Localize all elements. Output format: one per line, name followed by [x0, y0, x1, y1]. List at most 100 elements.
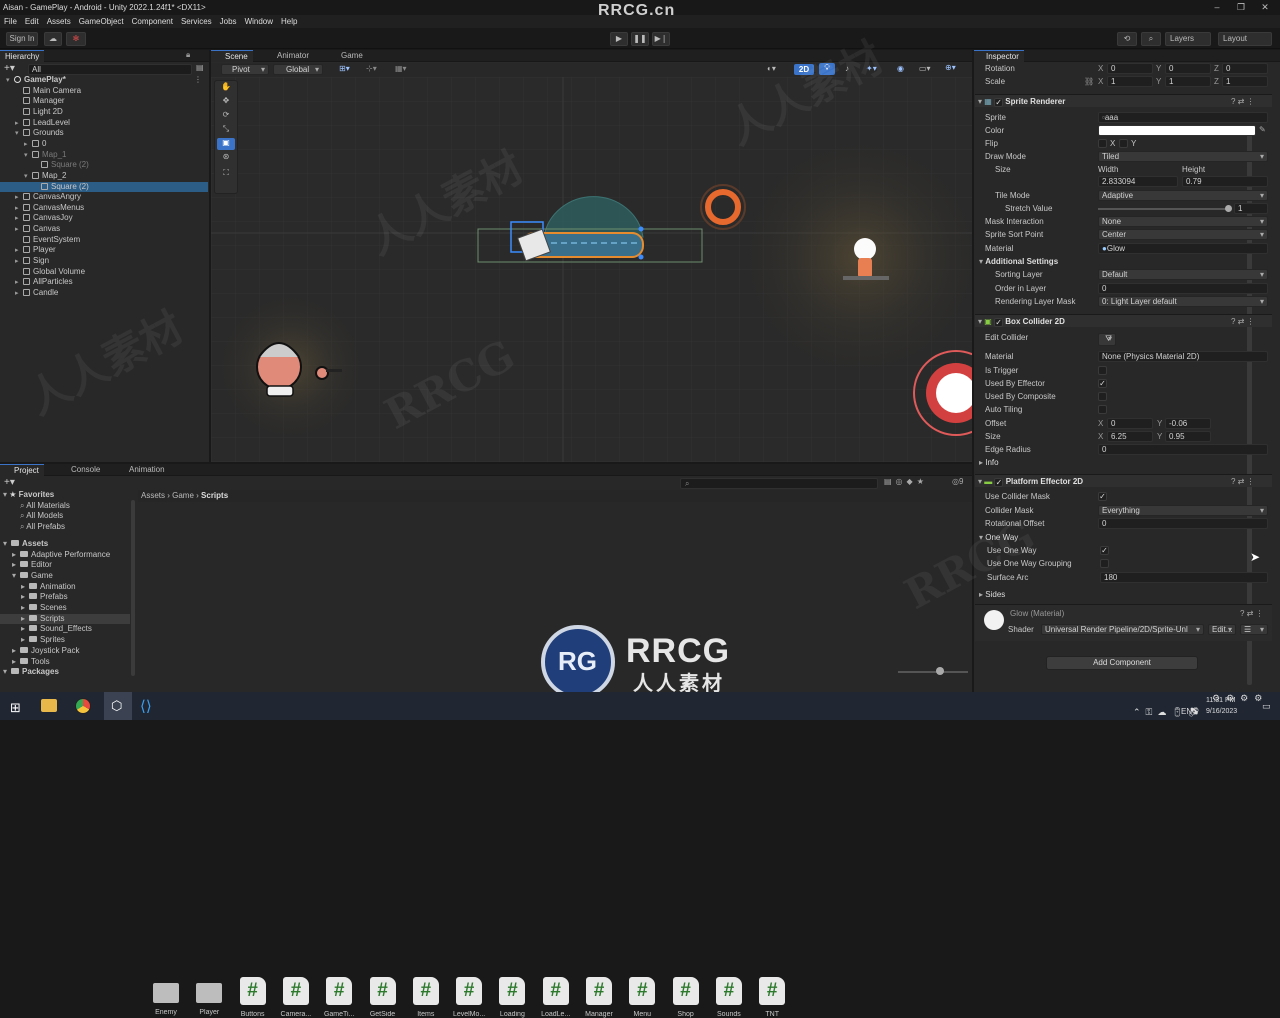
project-folder-item[interactable]: ▸ Scripts: [0, 613, 130, 625]
hierarchy-item[interactable]: ▸ CanvasJoy: [0, 213, 208, 224]
sprite-renderer-header[interactable]: ▾ ▦ ✓ Sprite Renderer ? ⇄ ⋮: [975, 94, 1272, 107]
project-folder-item[interactable]: ▸ Sprites: [0, 635, 130, 646]
hierarchy-item[interactable]: ▸ LeadLevel: [0, 118, 208, 129]
add-component-button[interactable]: Add Component: [1046, 656, 1198, 670]
favorite-item[interactable]: ⌕ All Prefabs: [20, 522, 65, 533]
size-x-field[interactable]: 6.25: [1107, 431, 1153, 442]
notification-icon[interactable]: ▭: [1262, 701, 1271, 712]
menu-component[interactable]: Component: [128, 15, 177, 28]
rect-tool-icon[interactable]: ▣: [217, 138, 235, 150]
asset-item[interactable]: # LoadLe...: [536, 977, 576, 1018]
sort-point-dropdown[interactable]: Center: [1098, 229, 1268, 240]
asset-item[interactable]: # Loading: [492, 977, 532, 1018]
visibility-icon[interactable]: ◉: [897, 64, 904, 73]
material-field[interactable]: ●Glow: [1098, 243, 1268, 254]
asset-item[interactable]: # LevelMo...: [449, 977, 489, 1018]
asset-item[interactable]: # GameTi...: [319, 977, 359, 1018]
menu-edit[interactable]: Edit: [21, 15, 43, 28]
tab-inspector[interactable]: Inspector: [974, 50, 1024, 62]
pause-button[interactable]: ❚❚: [631, 32, 649, 46]
asset-item[interactable]: Enemy: [146, 977, 186, 1016]
favorite-item[interactable]: ⌕ All Models: [20, 511, 63, 522]
menu-window[interactable]: Window: [241, 15, 277, 28]
sprite-field[interactable]: ▫aaa: [1098, 112, 1268, 123]
asset-item[interactable]: # Camera...: [276, 977, 316, 1018]
component-menu-icons[interactable]: ? ⇄ ⋮: [1231, 475, 1255, 488]
edit-collider-button[interactable]: ⛛: [1098, 333, 1116, 346]
hierarchy-item[interactable]: Square (2): [0, 181, 208, 193]
hierarchy-item[interactable]: ▾ Grounds: [0, 128, 208, 139]
scale-tool-icon[interactable]: ⤡: [215, 124, 237, 136]
hierarchy-item[interactable]: ▾ Map_2: [0, 171, 208, 182]
hierarchy-item[interactable]: ▸ 0: [0, 139, 208, 150]
collider-mask-dropdown[interactable]: Everything: [1098, 505, 1268, 516]
scene-canvas[interactable]: [211, 77, 972, 462]
increment-snap-icon[interactable]: ▦▾: [395, 64, 407, 73]
crumb-scripts[interactable]: Scripts: [201, 491, 228, 500]
add-icon[interactable]: +▾: [4, 63, 15, 74]
scale-z-field[interactable]: 1: [1222, 76, 1268, 87]
lock-icon[interactable]: 🔒︎: [186, 50, 190, 60]
move-tool-icon[interactable]: ✥: [215, 96, 237, 108]
use-collider-mask-checkbox[interactable]: ✓: [1098, 492, 1107, 501]
color-field[interactable]: [1098, 125, 1256, 136]
minimize-button[interactable]: –: [1206, 0, 1228, 15]
asset-item[interactable]: # Shop: [666, 977, 706, 1018]
hierarchy-item[interactable]: ▸ CanvasAngry: [0, 192, 208, 203]
hierarchy-item[interactable]: ▸ Player: [0, 245, 208, 256]
search-filter-icon[interactable]: ▤: [196, 63, 204, 72]
hierarchy-item[interactable]: ▾ GamePlay* ⋮: [0, 75, 208, 86]
project-folder-item[interactable]: ▸ Scenes: [0, 603, 130, 614]
anchor-dot[interactable]: [638, 254, 644, 260]
size-y-field[interactable]: 0.95: [1165, 431, 1211, 442]
material-menu-icons[interactable]: ? ⇄ ⋮: [1240, 608, 1264, 620]
view-tool-icon[interactable]: ✋: [215, 82, 237, 94]
tab-scene[interactable]: Scene: [211, 50, 253, 62]
one-way-grouping-checkbox[interactable]: [1100, 559, 1109, 568]
hierarchy-item[interactable]: Main Camera: [0, 86, 208, 97]
project-folder-item[interactable]: ▸ Adaptive Performance: [0, 550, 130, 561]
zoom-slider-thumb[interactable]: [936, 667, 944, 675]
maximize-button[interactable]: ❐: [1230, 0, 1252, 15]
sides-foldout[interactable]: ▸ Sides: [979, 589, 1005, 601]
sorting-layer-dropdown[interactable]: Default: [1098, 269, 1268, 280]
asset-item[interactable]: # TNT: [752, 977, 792, 1018]
flip-x-checkbox[interactable]: [1098, 139, 1107, 148]
tab-console[interactable]: Console: [57, 464, 105, 476]
custom-tool-icon[interactable]: ⛶: [215, 168, 237, 180]
shader-dropdown[interactable]: Universal Render Pipeline/2D/Sprite-Unl: [1041, 624, 1204, 635]
create-icon[interactable]: +▾: [4, 477, 15, 488]
project-folder-item[interactable]: ▸ Sound_Effects: [0, 624, 130, 635]
favorite-item[interactable]: ⌕ All Materials: [20, 501, 70, 512]
menu-assets[interactable]: Assets: [43, 15, 75, 28]
scale-y-field[interactable]: 1: [1165, 76, 1211, 87]
rendering-layer-mask-dropdown[interactable]: 0: Light Layer default: [1098, 296, 1268, 307]
is-trigger-checkbox[interactable]: [1098, 366, 1107, 375]
hierarchy-item[interactable]: Manager: [0, 96, 208, 107]
hidden-count-icon[interactable]: ◎9: [952, 477, 963, 486]
close-window-button[interactable]: ✕: [1254, 0, 1276, 15]
width-field[interactable]: 2.833094: [1098, 176, 1178, 187]
shader-edit-button[interactable]: Edit...: [1208, 624, 1236, 635]
rotate-tool-icon[interactable]: ⟳: [215, 110, 237, 122]
hierarchy-item[interactable]: ▸ Canvas: [0, 224, 208, 235]
platform-effector-header[interactable]: ▾ ▬ ✓ Platform Effector 2D ? ⇄ ⋮: [975, 474, 1272, 487]
tab-game[interactable]: Game: [327, 50, 368, 62]
menu-services[interactable]: Services: [177, 15, 216, 28]
clock-date[interactable]: 9/16/2023: [1206, 708, 1237, 715]
component-menu-icons[interactable]: ? ⇄ ⋮: [1231, 315, 1255, 328]
language-indicator[interactable]: ENG: [1181, 707, 1198, 716]
collab-icon[interactable]: ✻: [66, 32, 86, 46]
asset-item[interactable]: # Manager: [579, 977, 619, 1018]
hierarchy-item[interactable]: EventSystem: [0, 235, 208, 246]
stretch-slider-thumb[interactable]: [1225, 205, 1232, 212]
menu-file[interactable]: File: [0, 15, 21, 28]
surface-arc-field[interactable]: 180: [1100, 572, 1268, 583]
anchor-dot[interactable]: [638, 226, 644, 232]
offset-x-field[interactable]: 0: [1107, 418, 1153, 429]
flip-y-checkbox[interactable]: [1119, 139, 1128, 148]
history-icon[interactable]: ⟲: [1117, 32, 1137, 46]
clock-time[interactable]: 11:31 PM: [1206, 697, 1235, 704]
hierarchy-item[interactable]: ▸ AllParticles: [0, 277, 208, 288]
cloud-icon[interactable]: ☁: [44, 32, 62, 46]
